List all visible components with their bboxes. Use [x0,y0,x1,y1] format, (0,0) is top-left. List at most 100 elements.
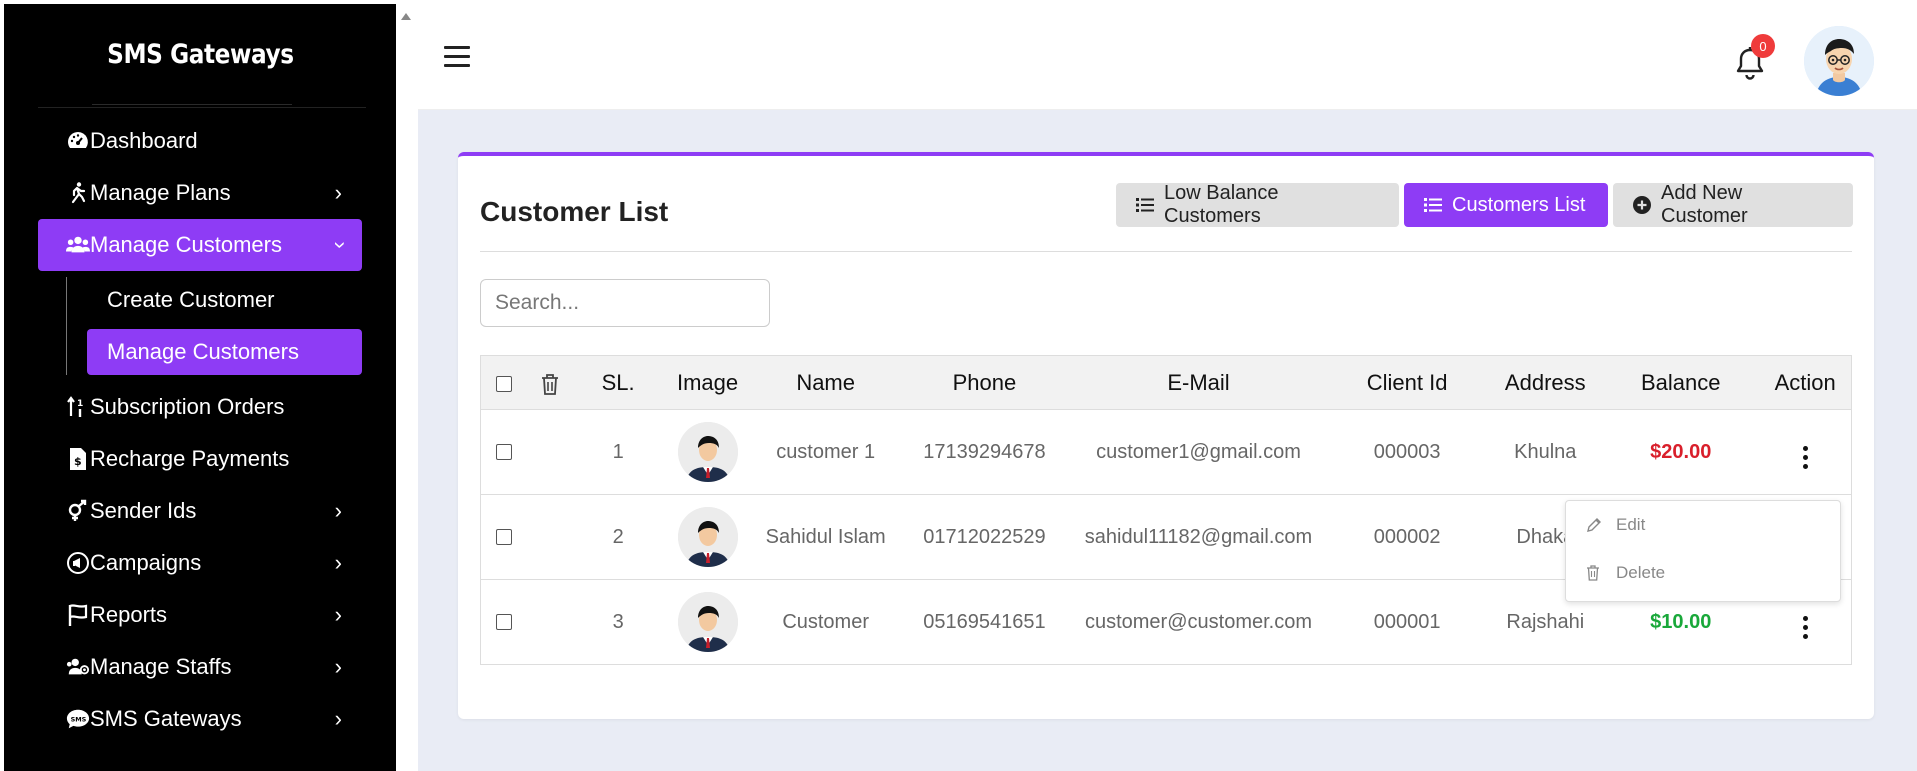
page-title: Customer List [480,196,669,227]
column-header[interactable]: E-Mail [1071,355,1326,410]
topbar: 0 [418,4,1917,110]
column-header[interactable]: Name [753,355,898,410]
flag-icon [66,603,90,627]
chevron-right-icon: › [334,180,342,205]
sidebar-item-manage-plans[interactable]: Manage Plans › [38,167,362,219]
brand: SMS Gateways [4,4,396,105]
sidebar-item-dashboard[interactable]: Dashboard [38,115,362,167]
column-header[interactable]: Phone [897,355,1072,410]
sidebar-item-label: Reports [90,602,168,627]
email-cell: customer@customer.com [1071,579,1326,665]
more-actions-icon[interactable] [1802,614,1808,641]
venus-mars-icon [66,499,90,523]
more-actions-icon[interactable] [1802,444,1808,471]
brand-title: SMS Gateways [106,39,294,70]
scroll-up-arrow-icon[interactable] [401,13,411,20]
bullhorn-icon [66,551,90,575]
submenu-item-label: Create Customer [107,287,275,312]
svg-text:1: 1 [77,399,83,409]
delete-menu-item[interactable]: Delete [1566,549,1840,597]
column-header[interactable]: SL. [574,355,662,410]
search-input[interactable] [480,279,770,327]
column-header[interactable]: Address [1488,355,1603,410]
row-checkbox[interactable] [495,614,512,631]
chevron-right-icon: › [334,706,342,731]
sidebar-item-subscription-orders[interactable]: 1 Subscription Orders [38,381,362,433]
name-cell: Customer [753,579,898,665]
sms-icon: SMS [66,707,90,731]
submenu-item-label: Manage Customers [107,339,299,364]
sidebar-item-campaigns[interactable]: Campaigns › [38,537,362,589]
sidebar-item-manage-customers[interactable]: Manage Customers › [38,219,362,271]
sl-cell: 2 [574,494,662,580]
row-select-cell [480,494,527,580]
sidebar-item-sms-gateways[interactable]: SMS SMS Gateways › [38,693,362,745]
tachometer-icon [66,129,90,153]
svg-text:$: $ [74,455,82,468]
sort-icon: 1 [66,395,90,419]
sidebar-scrollbar[interactable] [396,0,412,771]
select-all-checkbox[interactable] [495,375,512,392]
staff-icon [66,655,90,679]
client-id-cell: 000002 [1325,494,1489,580]
low-balance-customers-button[interactable]: Low Balance Customers [1116,182,1399,227]
phone-cell: 05169541651 [897,579,1072,665]
sidebar-item-label: Sender Ids [90,498,197,523]
sidebar-item-label: Campaigns [90,550,202,575]
sidebar-item-manage-staffs[interactable]: Manage Staffs › [38,641,362,693]
sidebar-item-label: Manage Customers [90,232,282,257]
plus-circle-icon [1633,196,1651,214]
balance-cell: $20.00 [1602,409,1760,495]
image-cell [661,494,754,580]
column-header[interactable]: Client Id [1325,355,1489,410]
client-id-cell: 000001 [1325,579,1489,665]
sidebar: SMS Gateways Dashboard Manage Plans › Ma… [4,4,396,771]
sidebar-item-sender-ids[interactable]: Sender Ids › [38,485,362,537]
invoice-icon: $ [66,447,90,471]
chevron-right-icon: › [334,550,342,575]
customer-avatar [677,422,738,482]
customers-list-button[interactable]: Customers List [1404,183,1608,227]
add-new-customer-button[interactable]: Add New Customer [1613,182,1853,227]
sidebar-item-label: Manage Staffs [90,654,232,679]
button-label: Customers List [1452,193,1586,216]
action-cell [1759,409,1852,495]
brand-underline [92,104,292,105]
list-icon [1136,197,1154,213]
submenu-item-create-customer[interactable]: Create Customer [87,277,362,323]
sidebar-item-label: Recharge Payments [90,446,290,471]
table-row: 1 customer 1 17139294678 customer1@gmail… [480,409,1852,495]
avatar[interactable] [1804,26,1874,96]
chevron-right-icon: › [334,602,342,627]
row-checkbox[interactable] [495,444,512,461]
column-header: Action [1759,355,1852,410]
chevron-down-icon: › [328,241,354,249]
sl-cell: 1 [574,409,662,495]
sidebar-nav: Dashboard Manage Plans › Manage Customer… [4,115,396,745]
list-icon [1424,197,1442,213]
sl-cell: 3 [574,579,662,665]
customer-avatar [677,507,738,567]
column-header[interactable]: Balance [1602,355,1760,410]
table-header-row: SL. Image Name Phone E-Mail Client Id Ad… [480,355,1852,410]
sidebar-item-reports[interactable]: Reports › [38,589,362,641]
customer-list-card: Customer List Low Balance Customers Cust… [458,152,1874,719]
sidebar-item-label: Manage Plans [90,180,231,205]
users-icon [66,233,90,257]
sidebar-item-recharge-payments[interactable]: $ Recharge Payments [38,433,362,485]
column-header: Image [661,355,754,410]
button-label: Add New Customer [1661,182,1748,227]
trash-icon[interactable] [541,373,559,395]
email-cell: sahidul11182@gmail.com [1071,494,1326,580]
trash-icon [1586,565,1604,581]
client-id-cell: 000003 [1325,409,1489,495]
hamburger-menu-icon[interactable] [444,46,470,68]
sidebar-item-label: Subscription Orders [90,394,285,419]
row-checkbox[interactable] [495,529,512,546]
submenu-item-manage-customers[interactable]: Manage Customers [87,329,362,375]
edit-menu-item[interactable]: Edit [1566,501,1840,549]
image-cell [661,579,754,665]
address-cell: Khulna [1488,409,1603,495]
button-label: Low Balance Customers [1164,182,1279,227]
submenu-manage-customers: Create Customer Manage Customers [66,277,396,375]
